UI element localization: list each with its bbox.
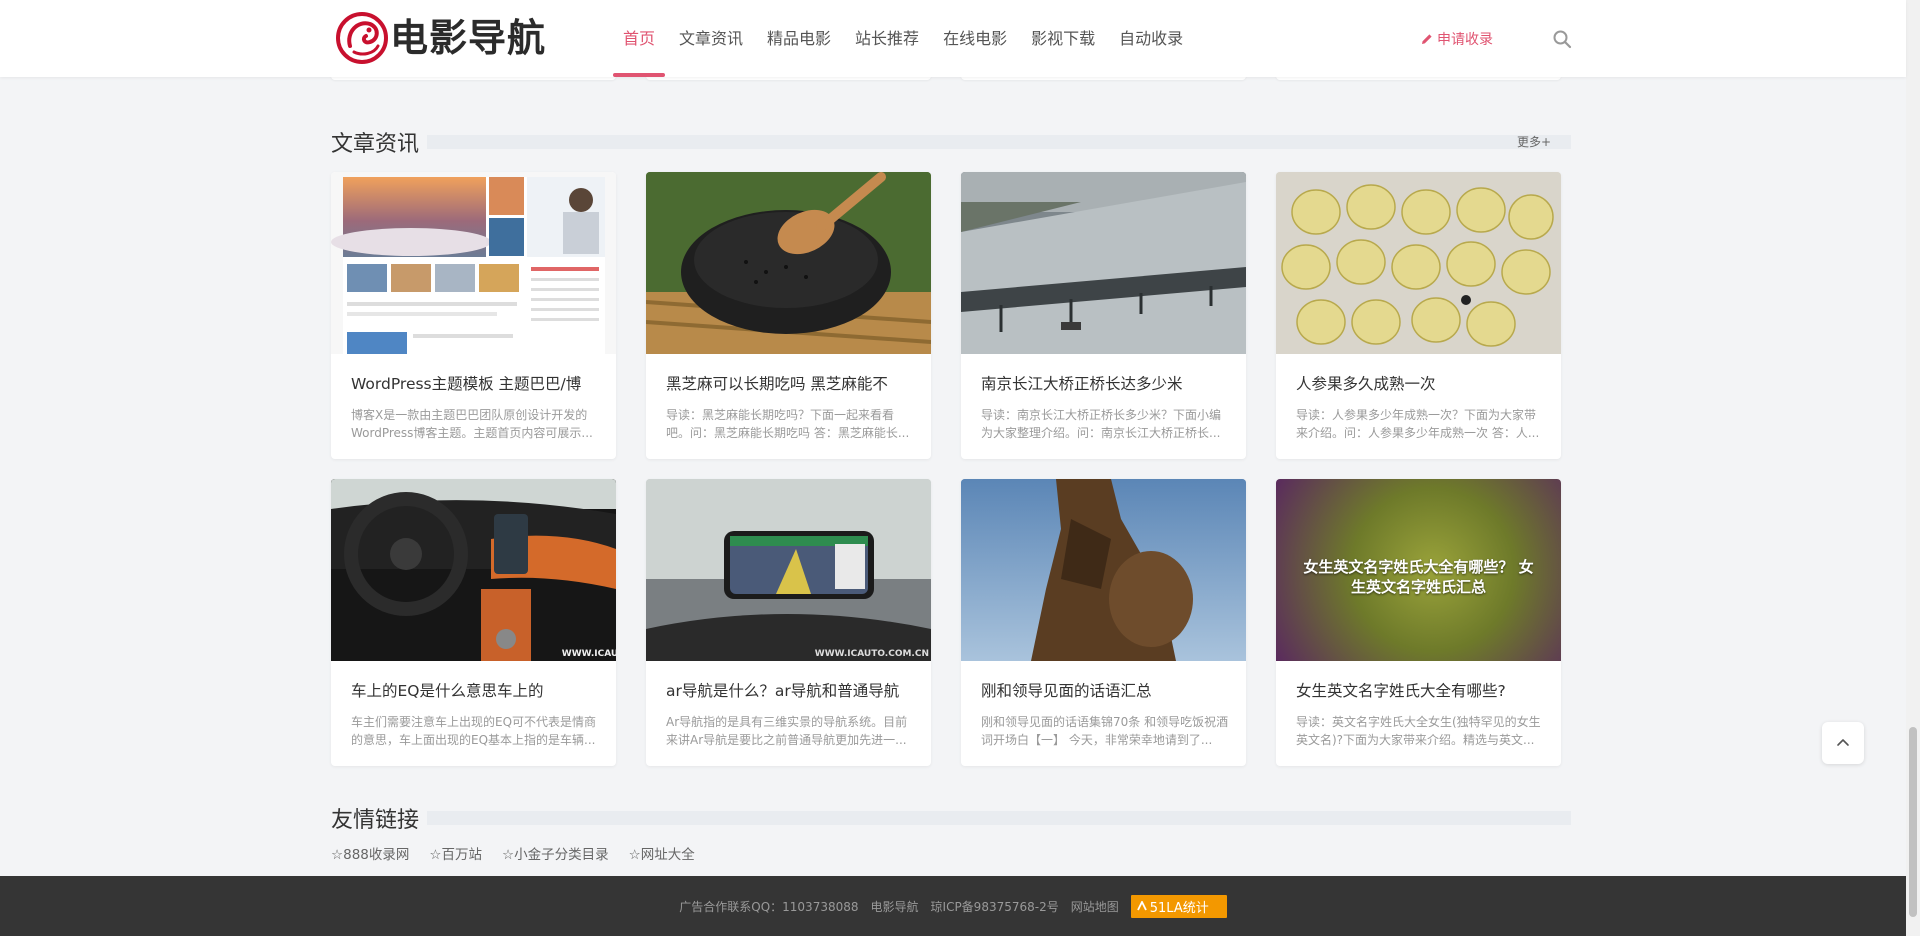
icp-link[interactable]: 琼ICP备98375768-2号 (931, 898, 1059, 915)
section-title: 友情链接 (331, 802, 428, 834)
article-card[interactable]: WWW.ICAUTO.COM.CN ar导航是什么？ar导航和普通导航 Ar导航… (646, 479, 931, 766)
section-band (421, 135, 1571, 149)
image-watermark: WWW.ICAUTO.COM.CN (814, 649, 929, 659)
article-excerpt: 导读：黑芝麻能长期吃吗？下面一起来看看吧。问：黑芝麻能长期吃吗 答：黑芝麻能长.… (666, 408, 910, 440)
friend-links-list: ☆888收录网 ☆百万站 ☆小金子分类目录 ☆网址大全 (331, 843, 715, 863)
ad-contact: 广告合作联系QQ：1103738088 (679, 899, 859, 914)
article-title[interactable]: 黑芝麻可以长期吃吗 黑芝麻能不 (666, 372, 916, 394)
sitemap-link[interactable]: 网站地图 (1071, 898, 1119, 915)
friend-link[interactable]: ☆888收录网 (331, 843, 409, 863)
article-card[interactable]: WWW.ICAUTO.COM.CN 车上的EQ是什么意思车上的 车主们需要注意车… (331, 479, 616, 766)
stats-badge[interactable]: 51LA统计 (1130, 894, 1227, 918)
bronze-statue-image (961, 479, 1246, 661)
article-card[interactable]: WordPress主题模板 主题巴巴/博 博客X是一款由主题巴巴团队原创设计开发… (331, 172, 616, 459)
car-interior-image (331, 479, 616, 661)
article-title[interactable]: 车上的EQ是什么意思车上的 (351, 679, 601, 701)
article-thumbnail (961, 479, 1246, 661)
friend-link[interactable]: ☆小金子分类目录 (502, 843, 609, 863)
article-title[interactable]: ar导航是什么？ar导航和普通导航 (666, 679, 916, 701)
article-card[interactable]: 黑芝麻可以长期吃吗 黑芝麻能不 导读：黑芝麻能长期吃吗？下面一起来看看吧。问：黑… (646, 172, 931, 459)
friend-link[interactable]: ☆网址大全 (629, 843, 695, 863)
article-card[interactable]: 刚和领导见面的话语汇总 刚和领导见面的话语集锦70条 和领导吃饭祝酒词开场白【一… (961, 479, 1246, 766)
black-sesame-image (646, 172, 931, 354)
site-header: 电影导航 首页 文章资讯 精品电影 站长推荐 在线电影 影视下载 自动收录 申请… (0, 0, 1906, 77)
article-card[interactable]: 南京长江大桥正桥长达多少米 导读：南京长江大桥正桥长多少米？下面小编为大家整理介… (961, 172, 1246, 459)
article-thumbnail (331, 172, 616, 354)
logo-text: 电影导航 (390, 16, 547, 60)
article-thumbnail (961, 172, 1246, 354)
section-band (421, 811, 1571, 825)
nav-item-online-movies[interactable]: 在线电影 (933, 0, 1017, 77)
article-title[interactable]: 南京长江大桥正桥长达多少米 (981, 372, 1231, 394)
article-excerpt: 车主们需要注意车上出现的EQ可不代表是情商的意思，车上面出现的EQ基本上指的是车… (351, 715, 597, 747)
article-title[interactable]: 人参果多久成熟一次 (1296, 372, 1546, 394)
article-excerpt: 导读：南京长江大桥正桥长多少米？下面小编为大家整理介绍。问：南京长江大桥正桥长.… (981, 408, 1222, 440)
section-title: 文章资讯 (331, 126, 428, 158)
page-scrollbar[interactable] (1906, 0, 1920, 936)
article-excerpt: 导读：英文名字姓氏大全女生(独特罕见的女生英文名)?下面为大家带来介绍。精选与英… (1296, 715, 1541, 747)
thumbnail-overlay-text: 女生英文名字姓氏大全有哪些？ 女生英文名字姓氏汇总 (1303, 558, 1534, 596)
dragon-logo-icon (336, 12, 388, 64)
image-watermark: WWW.ICAUTO.COM.CN (561, 649, 616, 659)
article-thumbnail (646, 172, 931, 354)
main-nav: 首页 文章资讯 精品电影 站长推荐 在线电影 影视下载 自动收录 (613, 0, 1197, 77)
nav-item-downloads[interactable]: 影视下载 (1021, 0, 1105, 77)
footer-info: 广告合作联系QQ：1103738088 电影导航 琼ICP备98375768-2… (679, 894, 1227, 918)
article-card[interactable]: 女生英文名字姓氏大全有哪些？ 女生英文名字姓氏汇总 女生英文名字姓氏大全有哪些?… (1276, 479, 1561, 766)
apply-listing-link[interactable]: 申请收录 (1421, 29, 1493, 49)
article-excerpt: 博客X是一款由主题巴巴团队原创设计开发的WordPress博客主题。主题首页内容… (351, 408, 593, 440)
ar-navigation-image (646, 479, 931, 661)
back-to-top-button[interactable] (1822, 722, 1864, 764)
nav-item-auto-collect[interactable]: 自动收录 (1109, 0, 1193, 77)
nav-item-featured-movies[interactable]: 精品电影 (757, 0, 841, 77)
article-thumbnail: WWW.ICAUTO.COM.CN (331, 479, 616, 661)
scrollbar-thumb[interactable] (1909, 727, 1917, 917)
site-footer: 广告合作联系QQ：1103738088 电影导航 琼ICP备98375768-2… (0, 876, 1906, 936)
article-title[interactable]: 刚和领导见面的话语汇总 (981, 679, 1231, 701)
article-title[interactable]: WordPress主题模板 主题巴巴/博 (351, 372, 601, 394)
article-excerpt: 刚和领导见面的话语集锦70条 和领导吃饭祝酒词开场白【一】 今天，非常荣幸地请到… (981, 715, 1229, 747)
caret-up-icon (1136, 901, 1147, 911)
nav-item-home[interactable]: 首页 (613, 0, 666, 77)
footer-site-link[interactable]: 电影导航 (871, 898, 919, 915)
article-title[interactable]: 女生英文名字姓氏大全有哪些? (1296, 679, 1546, 701)
chevron-up-icon (1837, 739, 1849, 746)
friend-links-header: 友情链接 (331, 802, 1571, 834)
apply-listing-label: 申请收录 (1437, 32, 1493, 48)
nanjing-bridge-image (961, 172, 1246, 354)
articles-section-header: 文章资讯 更多+ (331, 126, 1571, 158)
article-excerpt: Ar导航指的是具有三维实景的导航系统。目前来讲Ar导航是要比之前普通导航更加先进… (666, 715, 908, 747)
article-card[interactable]: 人参果多久成熟一次 导读：人参果多少年成熟一次？下面为大家带来介绍。问：人参果多… (1276, 172, 1561, 459)
site-logo[interactable]: 电影导航 (336, 10, 546, 66)
pepino-fruit-image (1276, 172, 1561, 354)
article-thumbnail (1276, 172, 1561, 354)
stats-label: 51LA统计 (1149, 900, 1209, 916)
friend-link[interactable]: ☆百万站 (429, 843, 482, 863)
search-icon[interactable] (1552, 29, 1572, 49)
nav-item-recommended[interactable]: 站长推荐 (845, 0, 929, 77)
pencil-icon (1422, 34, 1432, 44)
article-thumbnail: WWW.ICAUTO.COM.CN (646, 479, 931, 661)
article-thumbnail: 女生英文名字姓氏大全有哪些？ 女生英文名字姓氏汇总 (1276, 479, 1561, 661)
more-link[interactable]: 更多+ (1517, 133, 1551, 150)
article-excerpt: 导读：人参果多少年成熟一次？下面为大家带来介绍。问：人参果多少年成熟一次 答：人… (1296, 408, 1540, 440)
website-screenshot-image (331, 177, 605, 354)
nav-item-articles[interactable]: 文章资讯 (669, 0, 753, 77)
